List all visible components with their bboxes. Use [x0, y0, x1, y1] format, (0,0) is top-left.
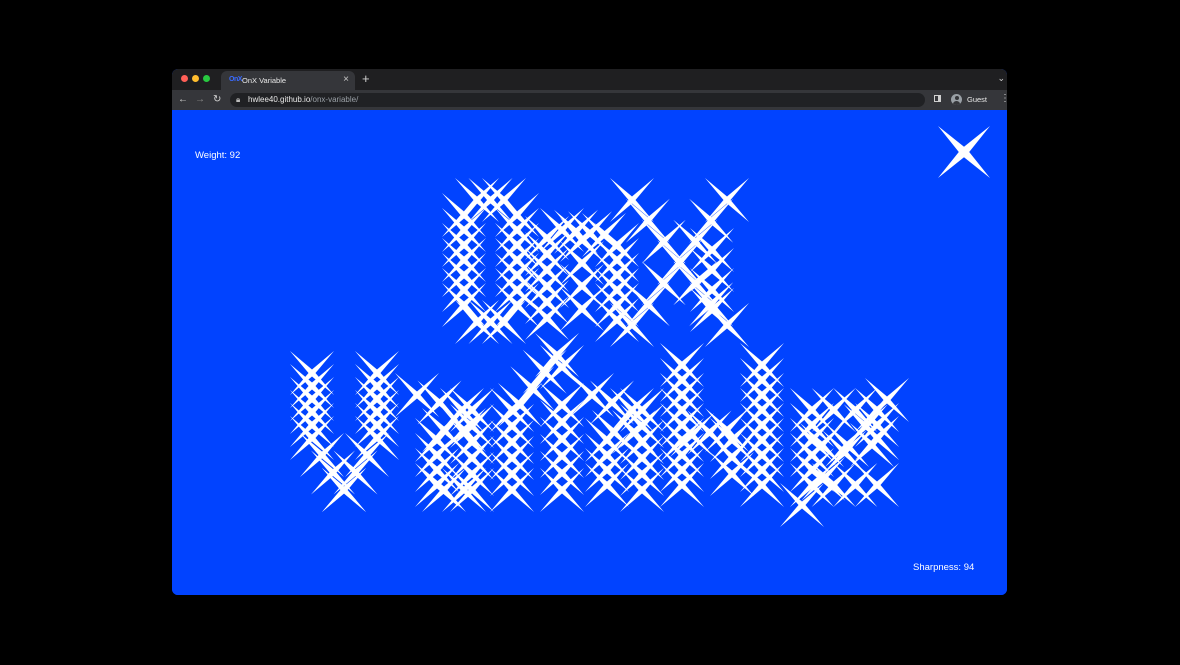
window-minimize-button[interactable] — [192, 75, 199, 82]
url-host: hwlee40.github.io — [248, 95, 311, 104]
glyph-star — [641, 261, 686, 306]
glyph-star — [673, 219, 718, 264]
glyph-star — [560, 264, 604, 308]
glyph-star — [833, 463, 878, 507]
glyph-star — [833, 388, 878, 432]
sharpness-readout: Sharpness: 94 — [913, 562, 975, 573]
glyph-star — [690, 228, 734, 272]
glyph-star — [610, 178, 654, 222]
glyph-star — [690, 288, 734, 332]
tab-onx-variable[interactable]: OnX OnX Variable × — [221, 71, 355, 90]
onx-variable-artwork — [290, 126, 990, 527]
glyph-star — [322, 468, 366, 512]
glyph-star — [690, 248, 734, 292]
plus-icon[interactable]: + — [362, 71, 370, 87]
weight-readout: Weight: 92 — [195, 150, 241, 161]
onx-logo-icon — [938, 126, 990, 178]
url-text[interactable]: hwlee40.github.io/onx-variable/ — [248, 95, 358, 104]
glyph-star — [705, 178, 749, 222]
browser-toolbar: ← → ↻ 🔒︎ hwlee40.github.io/onx-variable/… — [172, 90, 1007, 110]
tab-bar: OnX OnX Variable × + ⌄ — [172, 69, 1007, 90]
reload-icon[interactable]: ↻ — [213, 93, 221, 106]
glyph-star — [657, 240, 702, 285]
glyph-star — [560, 241, 604, 285]
page-canvas: Weight: 92 Sharpness: 94 — [172, 110, 1007, 595]
profile-icon[interactable] — [951, 94, 962, 105]
glyph-star — [610, 303, 654, 347]
glyph-star — [560, 287, 604, 331]
lock-icon[interactable]: 🔒︎ — [236, 95, 240, 105]
glyph-star — [625, 198, 670, 243]
glyph-star — [610, 388, 654, 432]
browser-window: OnX OnX Variable × + ⌄ ← → ↻ 🔒︎ hwlee40.… — [172, 69, 1007, 595]
address-bar[interactable]: 🔒︎ hwlee40.github.io/onx-variable/ — [230, 93, 925, 107]
glyph-star — [442, 468, 486, 512]
glyph-star — [570, 373, 614, 417]
url-path: /onx-variable/ — [310, 95, 359, 104]
window-close-button[interactable] — [181, 75, 188, 82]
arrow-right-icon[interactable]: → — [195, 93, 205, 106]
chevron-down-icon[interactable]: ⌄ — [997, 73, 1005, 84]
profile-label[interactable]: Guest — [967, 95, 987, 104]
tab-favicon: OnX — [229, 76, 242, 83]
more-menu-icon[interactable]: ⋮ — [1000, 93, 1007, 105]
tab-title: OnX Variable — [242, 76, 287, 85]
arrow-left-icon[interactable]: ← — [178, 93, 188, 106]
side-panel-icon[interactable] — [934, 95, 941, 102]
glyph-star — [780, 483, 824, 527]
window-maximize-button[interactable] — [203, 75, 210, 82]
close-icon[interactable]: × — [343, 74, 349, 86]
